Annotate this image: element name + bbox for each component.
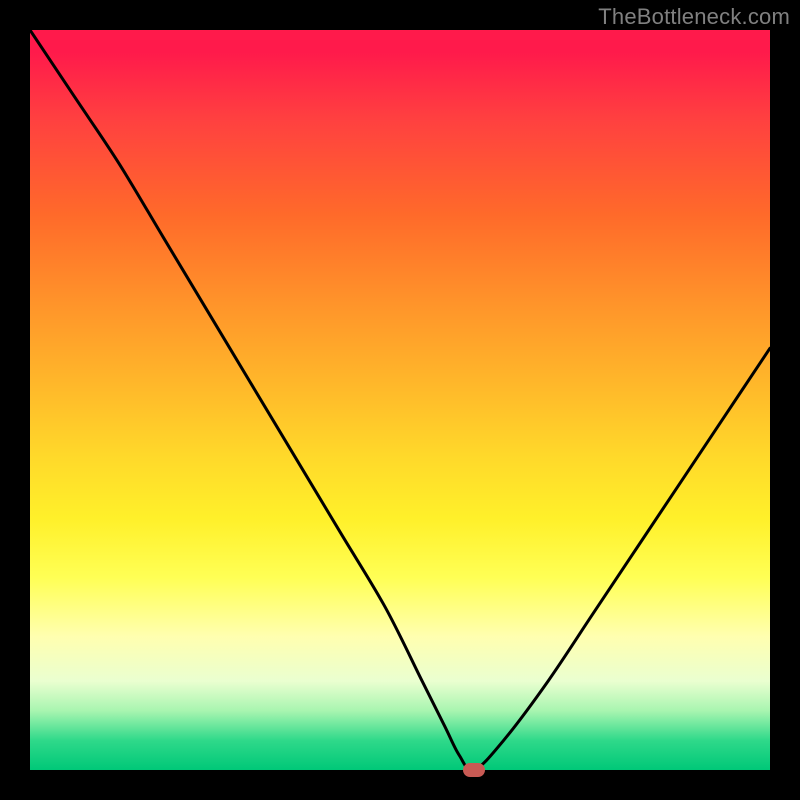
chart-frame: TheBottleneck.com bbox=[0, 0, 800, 800]
plot-area bbox=[30, 30, 770, 770]
bottleneck-curve bbox=[30, 30, 770, 770]
optimum-marker bbox=[463, 763, 485, 777]
attribution-label: TheBottleneck.com bbox=[598, 4, 790, 30]
